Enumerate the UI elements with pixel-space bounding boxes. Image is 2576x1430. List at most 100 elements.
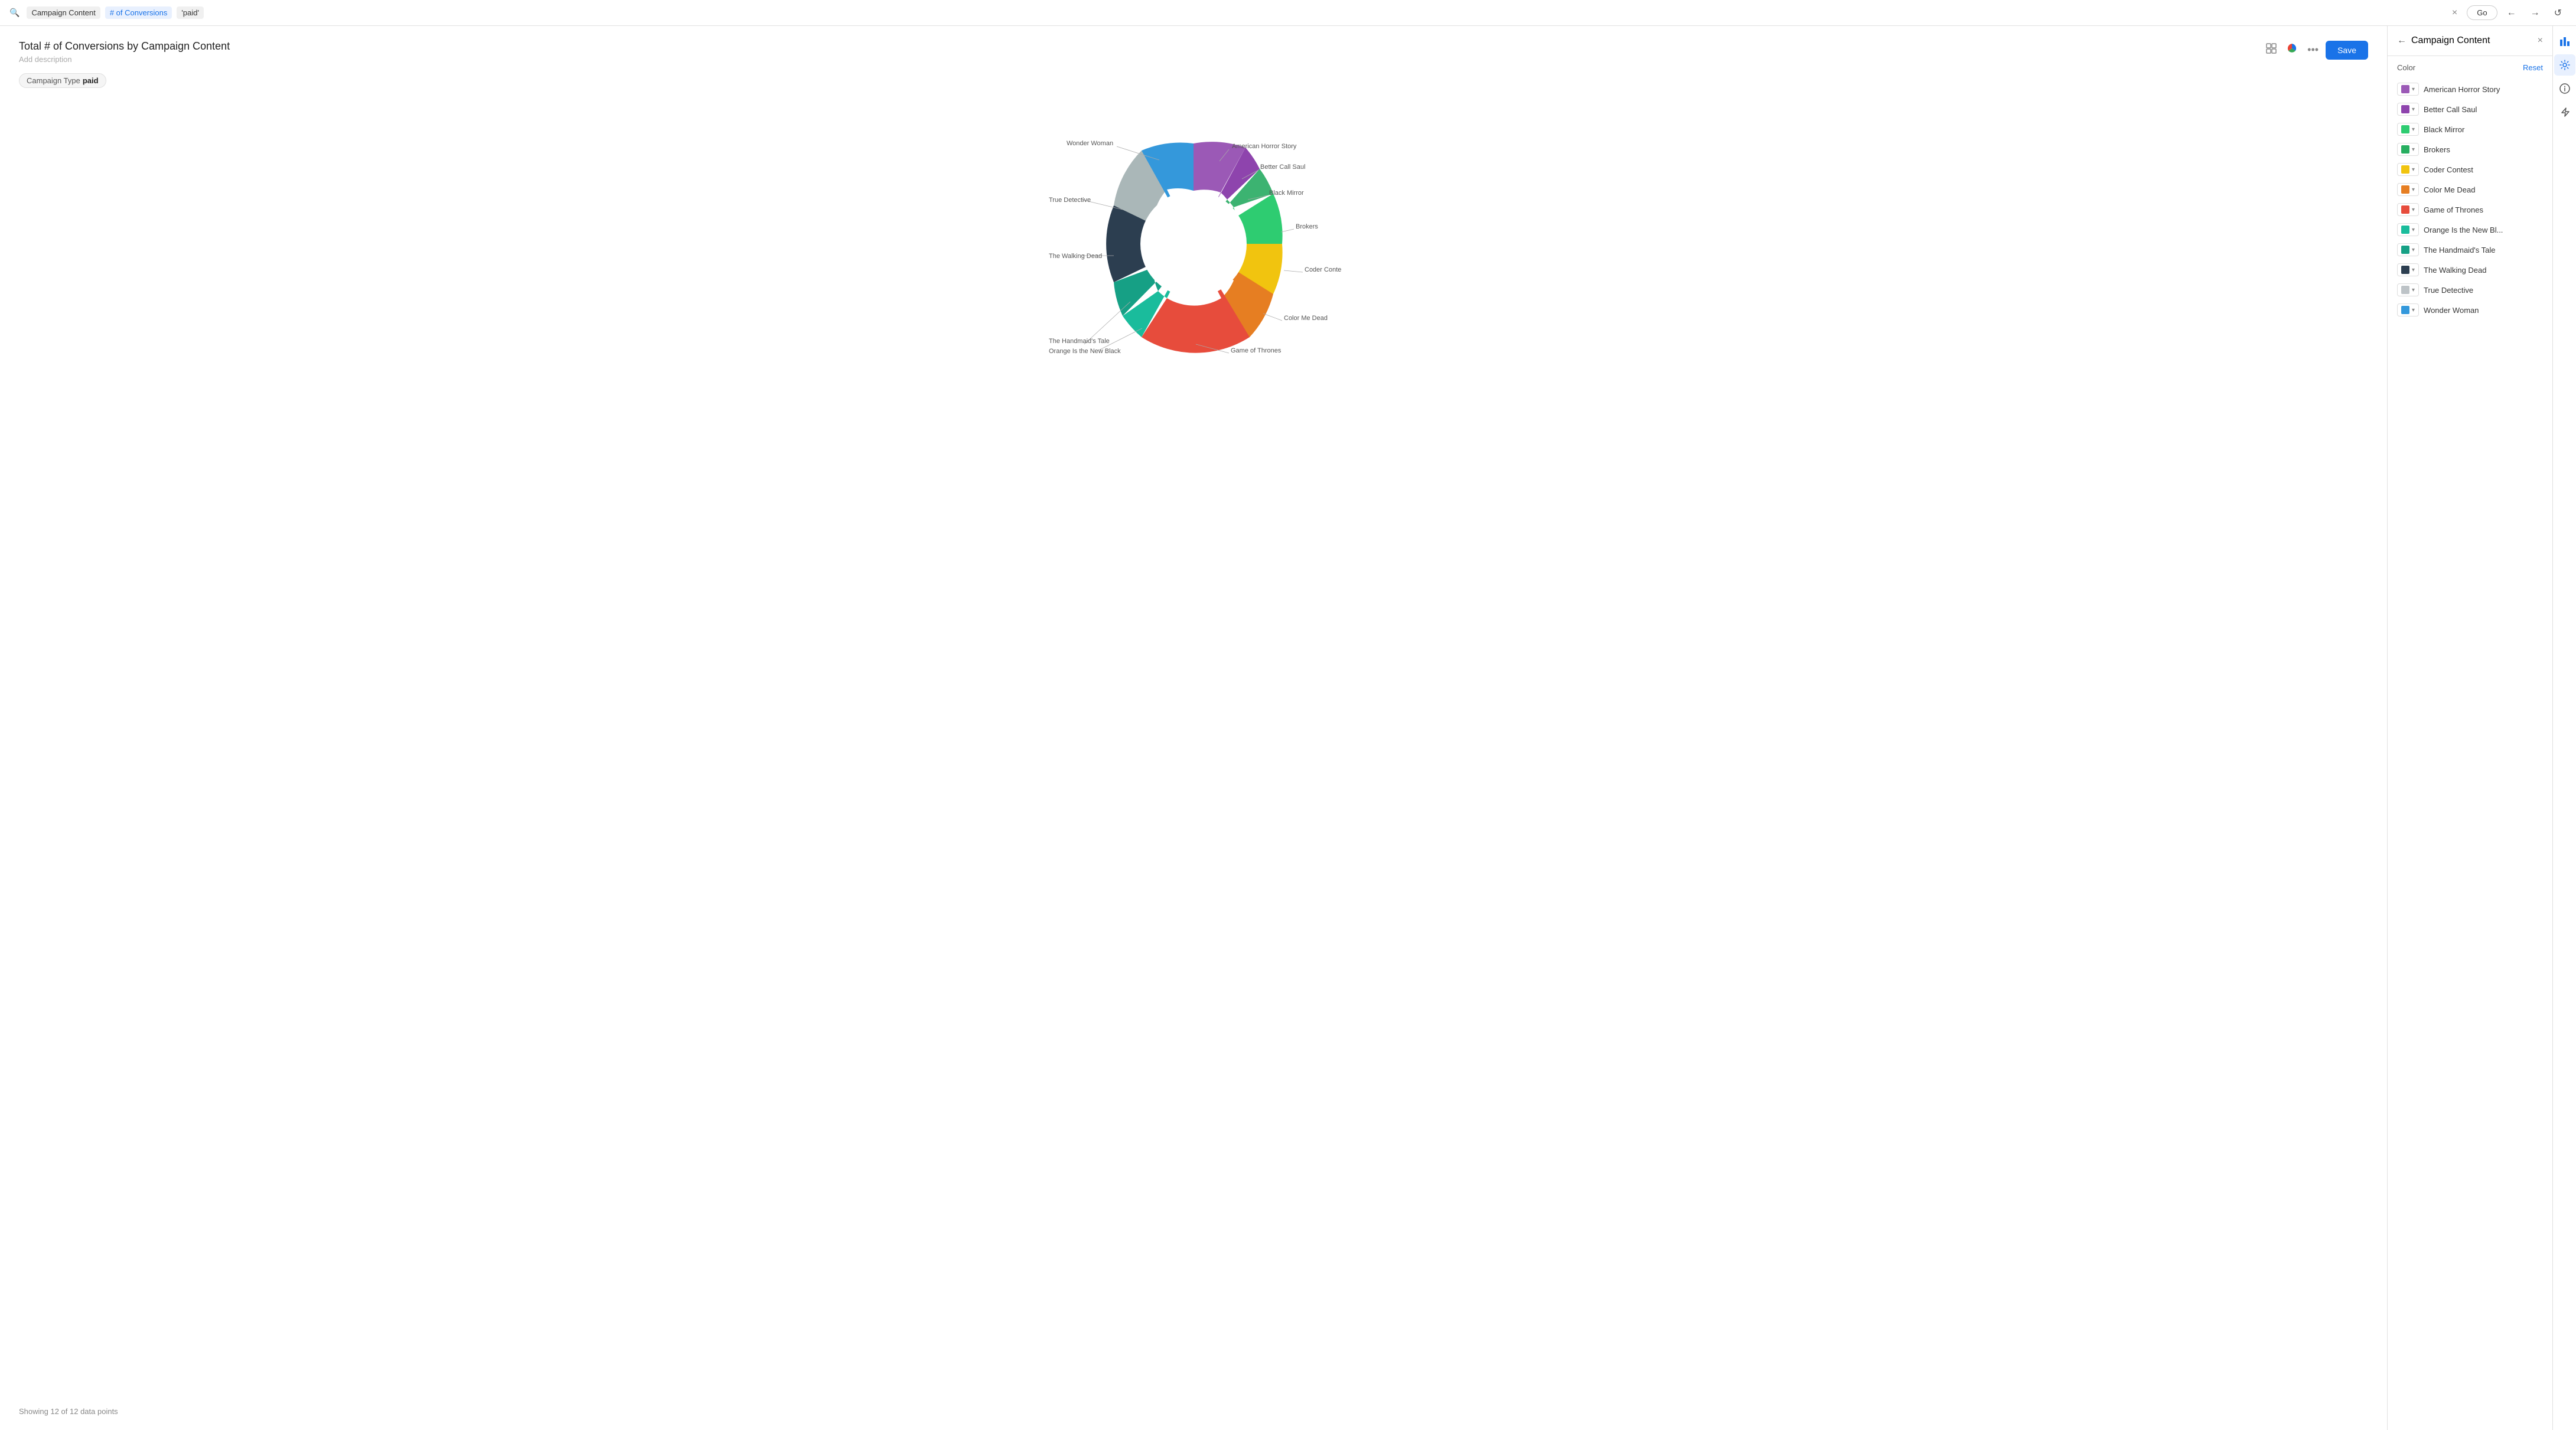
color-item-label: Better Call Saul — [2424, 105, 2477, 114]
main-layout: Total # of Conversions by Campaign Conte… — [0, 26, 2576, 1430]
svg-text:The Handmaid's Tale: The Handmaid's Tale — [1049, 338, 1110, 345]
color-swatch-button[interactable]: ▾ — [2397, 143, 2419, 156]
color-swatch — [2401, 125, 2409, 133]
color-item-label: Color Me Dead — [2424, 185, 2475, 194]
info-icon-button[interactable] — [2554, 78, 2575, 99]
topbar-go-button[interactable]: Go — [2467, 5, 2497, 20]
svg-text:Wonder Woman: Wonder Woman — [1067, 140, 1113, 147]
save-button[interactable]: Save — [2326, 41, 2368, 60]
color-item: ▾ True Detective — [2397, 280, 2543, 300]
color-item: ▾ Coder Contest — [2397, 159, 2543, 179]
svg-text:Game of Thrones: Game of Thrones — [1231, 347, 1282, 354]
donut-chart: American Horror Story Better Call Saul B… — [1046, 108, 1341, 380]
color-item-label: Game of Thrones — [2424, 205, 2483, 214]
topbar-close-button[interactable]: × — [2452, 8, 2457, 18]
color-item: ▾ American Horror Story — [2397, 79, 2543, 99]
color-swatch-button[interactable]: ▾ — [2397, 183, 2419, 196]
color-swatch-button[interactable]: ▾ — [2397, 223, 2419, 236]
content-area: Total # of Conversions by Campaign Conte… — [0, 26, 2387, 1430]
color-item-label: Coder Contest — [2424, 165, 2473, 174]
color-swatch-button[interactable]: ▾ — [2397, 303, 2419, 316]
bolt-icon-button[interactable] — [2554, 102, 2575, 123]
color-item: ▾ Orange Is the New Bl... — [2397, 220, 2543, 240]
chevron-down-icon: ▾ — [2412, 267, 2415, 273]
color-item: ▾ Better Call Saul — [2397, 99, 2543, 119]
color-swatch — [2401, 306, 2409, 314]
color-swatch-button[interactable]: ▾ — [2397, 263, 2419, 276]
color-item-label: American Horror Story — [2424, 85, 2500, 94]
gear-icon-button[interactable] — [2554, 54, 2575, 76]
svg-text:True Detective: True Detective — [1049, 197, 1091, 204]
chart-title: Total # of Conversions by Campaign Conte… — [19, 40, 230, 53]
chevron-down-icon: ▾ — [2412, 86, 2415, 93]
color-item-label: The Walking Dead — [2424, 266, 2486, 275]
color-swatch-button[interactable]: ▾ — [2397, 283, 2419, 296]
color-swatch — [2401, 226, 2409, 234]
chart-container: American Horror Story Better Call Saul B… — [19, 102, 2368, 386]
color-swatch — [2401, 246, 2409, 254]
color-item: ▾ The Handmaid's Tale — [2397, 240, 2543, 260]
color-swatch — [2401, 85, 2409, 93]
data-points-note: Showing 12 of 12 data points — [19, 1407, 118, 1416]
color-header: Color Reset — [2397, 63, 2543, 72]
icon-sidebar — [2552, 26, 2576, 1430]
color-swatch — [2401, 105, 2409, 113]
topbar-refresh-button[interactable]: ↺ — [2549, 5, 2567, 21]
color-swatch — [2401, 205, 2409, 214]
chart-subtitle[interactable]: Add description — [19, 55, 230, 64]
color-item: ▾ Game of Thrones — [2397, 200, 2543, 220]
color-swatch-button[interactable]: ▾ — [2397, 103, 2419, 116]
search-icon: 🔍 — [9, 8, 19, 18]
filter-label: Campaign Type — [27, 76, 80, 85]
bar-chart-icon-button[interactable] — [2554, 31, 2575, 52]
chart-type-button[interactable] — [2284, 40, 2300, 60]
reset-button[interactable]: Reset — [2523, 63, 2543, 72]
panel-content: Color Reset ▾ American Horror Story ▾ Be… — [2388, 56, 2552, 1430]
chevron-down-icon: ▾ — [2412, 227, 2415, 233]
right-panel: ← Campaign Content × Color Reset ▾ Ameri… — [2387, 26, 2552, 1430]
more-options-button[interactable]: ••• — [2305, 41, 2321, 58]
color-items-list: ▾ American Horror Story ▾ Better Call Sa… — [2397, 79, 2543, 320]
chevron-down-icon: ▾ — [2412, 106, 2415, 113]
color-swatch — [2401, 185, 2409, 194]
tag-campaign-content[interactable]: Campaign Content — [27, 6, 100, 19]
chevron-down-icon: ▾ — [2412, 207, 2415, 213]
color-swatch-button[interactable]: ▾ — [2397, 83, 2419, 96]
topbar-back-button[interactable]: ← — [2502, 5, 2521, 21]
chevron-down-icon: ▾ — [2412, 287, 2415, 293]
color-item-label: Brokers — [2424, 145, 2450, 154]
color-item-label: True Detective — [2424, 286, 2473, 295]
color-swatch-button[interactable]: ▾ — [2397, 243, 2419, 256]
color-section-label: Color — [2397, 63, 2415, 72]
color-swatch — [2401, 165, 2409, 174]
filter-value: paid — [83, 76, 99, 85]
svg-text:Better Call Saul: Better Call Saul — [1260, 164, 1305, 171]
svg-text:Black Mirror: Black Mirror — [1269, 190, 1304, 197]
color-swatch-button[interactable]: ▾ — [2397, 163, 2419, 176]
topbar-forward-button[interactable]: → — [2526, 5, 2545, 21]
chart-header: Total # of Conversions by Campaign Conte… — [19, 40, 2368, 64]
chevron-down-icon: ▾ — [2412, 247, 2415, 253]
chevron-down-icon: ▾ — [2412, 307, 2415, 314]
chevron-down-icon: ▾ — [2412, 166, 2415, 173]
panel-back-button[interactable]: ← — [2397, 35, 2407, 46]
topbar: 🔍 Campaign Content # of Conversions 'pai… — [0, 0, 2576, 26]
color-item-label: Black Mirror — [2424, 125, 2464, 134]
color-swatch-button[interactable]: ▾ — [2397, 203, 2419, 216]
chevron-down-icon: ▾ — [2412, 146, 2415, 153]
color-item-label: The Handmaid's Tale — [2424, 246, 2495, 254]
svg-text:American Horror Story: American Horror Story — [1232, 143, 1297, 150]
color-swatch-button[interactable]: ▾ — [2397, 123, 2419, 136]
panel-header: ← Campaign Content × — [2388, 26, 2552, 56]
tag-conversions[interactable]: # of Conversions — [105, 6, 172, 19]
color-swatch — [2401, 286, 2409, 294]
filter-tag: Campaign Type paid — [19, 73, 106, 88]
panel-close-button[interactable]: × — [2538, 35, 2543, 46]
svg-text:The Walking Dead: The Walking Dead — [1049, 253, 1102, 260]
tag-paid[interactable]: 'paid' — [177, 6, 204, 19]
svg-text:Orange Is the New Black: Orange Is the New Black — [1049, 348, 1121, 355]
color-item-label: Wonder Woman — [2424, 306, 2479, 315]
color-item-label: Orange Is the New Bl... — [2424, 226, 2503, 234]
table-view-button[interactable] — [2264, 41, 2279, 59]
color-item: ▾ Color Me Dead — [2397, 179, 2543, 200]
